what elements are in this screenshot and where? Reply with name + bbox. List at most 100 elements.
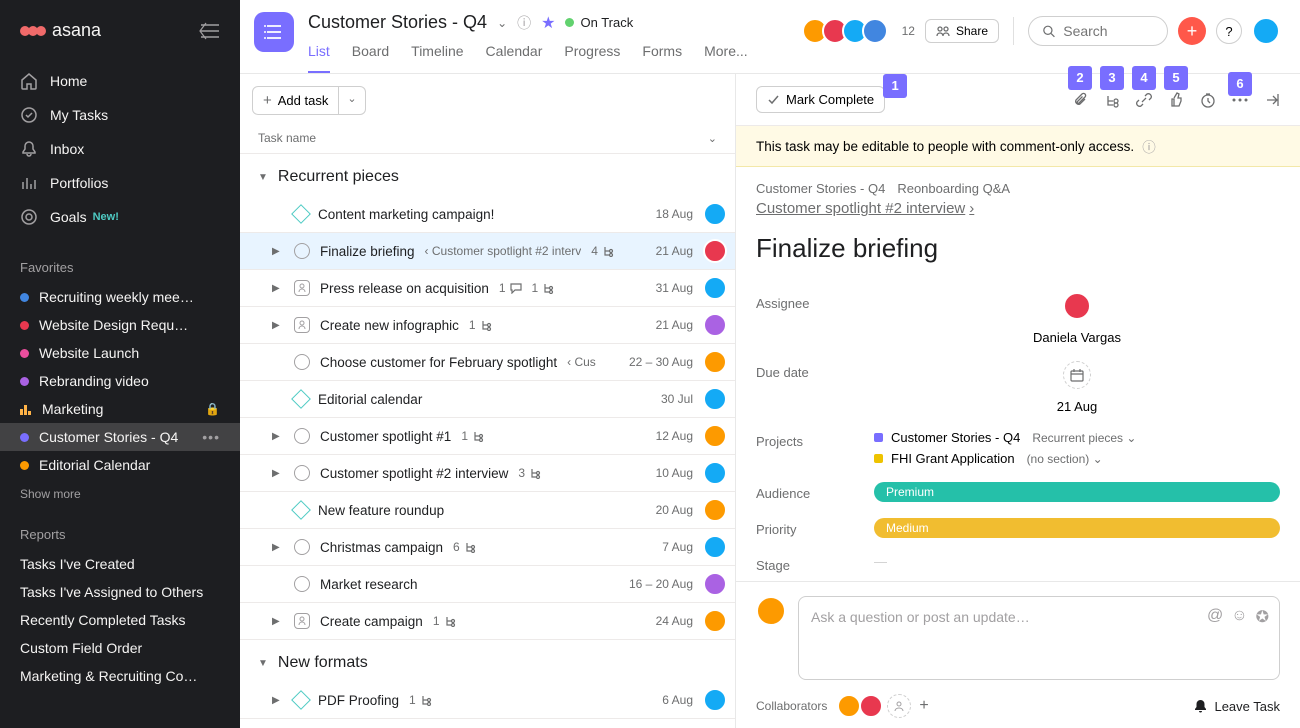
help-button[interactable]: ?	[1216, 18, 1242, 44]
complete-checkbox[interactable]	[294, 576, 310, 592]
status-pill[interactable]: On Track	[565, 15, 633, 30]
subtask-icon[interactable]: 3	[1104, 92, 1120, 108]
approval-icon[interactable]	[294, 317, 310, 333]
milestone-icon[interactable]	[291, 204, 311, 224]
more-icon[interactable]: •••	[202, 429, 220, 445]
members-avatars[interactable]	[808, 18, 888, 44]
tab-timeline[interactable]: Timeline	[411, 43, 463, 73]
favorite-item[interactable]: Website Design Requ…	[0, 311, 240, 339]
task-row[interactable]: ▶Create campaign1 24 Aug	[240, 603, 735, 640]
comment-box[interactable]: Ask a question or post an update… @ ☺ ✪	[798, 596, 1280, 680]
task-row[interactable]: ▶Customer spotlight #2 interview3 10 Aug	[240, 455, 735, 492]
section-header[interactable]: ▼Recurrent pieces	[240, 154, 735, 196]
favorite-item[interactable]: Customer Stories - Q4•••	[0, 423, 240, 451]
global-add-button[interactable]: +	[1178, 17, 1206, 45]
priority-tag[interactable]: Medium	[874, 518, 1280, 538]
favorite-item[interactable]: Rebranding video	[0, 367, 240, 395]
task-row[interactable]: New feature roundup20 Aug	[240, 492, 735, 529]
leave-task-button[interactable]: Leave Task	[1193, 699, 1280, 714]
timer-icon[interactable]	[1200, 92, 1216, 108]
nav-my-tasks[interactable]: My Tasks	[0, 98, 240, 132]
user-avatar[interactable]	[1252, 17, 1280, 45]
tab-progress[interactable]: Progress	[564, 43, 620, 73]
tab-forms[interactable]: Forms	[642, 43, 682, 73]
emoji-icon[interactable]: ☺	[1231, 607, 1247, 627]
search-box[interactable]	[1028, 16, 1168, 46]
link-icon[interactable]: 4	[1136, 92, 1152, 108]
add-task-button[interactable]: +Add task	[252, 86, 339, 115]
assignee-value[interactable]: Daniela Vargas	[874, 292, 1280, 345]
task-row[interactable]: Content marketing campaign!18 Aug	[240, 196, 735, 233]
collaborator-avatar[interactable]	[837, 694, 861, 718]
project-icon[interactable]	[254, 12, 294, 52]
task-row[interactable]: Market research16 – 20 Aug	[240, 566, 735, 603]
favorite-item[interactable]: Recruiting weekly mee…	[0, 283, 240, 311]
milestone-icon[interactable]	[291, 690, 311, 710]
favorite-item[interactable]: Marketing🔒	[0, 395, 240, 423]
favorite-item[interactable]: Editorial Calendar	[0, 451, 240, 479]
project-item[interactable]: FHI Grant Application(no section) ⌄	[874, 451, 1280, 466]
task-row[interactable]: ▶Press release on acquisition1 1 31 Aug	[240, 270, 735, 307]
close-pane-icon[interactable]	[1264, 92, 1280, 108]
star-icon[interactable]: ★	[541, 13, 555, 33]
task-row[interactable]: ▶Christmas campaign6 7 Aug	[240, 529, 735, 566]
project-title[interactable]: Customer Stories - Q4	[308, 12, 487, 33]
approval-icon[interactable]	[294, 613, 310, 629]
report-item[interactable]: Tasks I've Assigned to Others	[0, 578, 240, 606]
report-item[interactable]: Recently Completed Tasks	[0, 606, 240, 634]
more-icon[interactable]: 6	[1232, 98, 1248, 102]
due-date-value[interactable]: 21 Aug	[874, 361, 1280, 414]
like-icon[interactable]: 5	[1168, 92, 1184, 108]
column-menu-icon[interactable]: ⌄	[708, 132, 717, 145]
milestone-icon[interactable]	[291, 500, 311, 520]
task-row[interactable]: ▶Finalize briefing‹ Customer spotlight #…	[240, 233, 735, 270]
tab-list[interactable]: List	[308, 43, 330, 73]
add-collaborator-icon[interactable]	[887, 694, 911, 718]
info-icon[interactable]: ⓘ	[517, 13, 531, 33]
tab-more[interactable]: More...	[704, 43, 748, 73]
add-collaborator-plus[interactable]: +	[919, 697, 928, 715]
mention-icon[interactable]: @	[1207, 607, 1223, 627]
search-input[interactable]	[1063, 23, 1153, 39]
stage-value[interactable]: —	[874, 554, 1280, 569]
parent-task-link[interactable]: Customer spotlight #2 interview ›	[756, 200, 1280, 217]
attachment-icon[interactable]: 2	[1072, 92, 1088, 108]
info-icon[interactable]: ⓘ	[1142, 136, 1156, 156]
collaborator-avatar[interactable]	[859, 694, 883, 718]
complete-checkbox[interactable]	[294, 465, 310, 481]
approval-icon[interactable]	[294, 280, 310, 296]
add-task-dropdown[interactable]: ⌄	[339, 86, 365, 115]
logo[interactable]: asana	[20, 20, 101, 41]
task-row[interactable]: ▶Customer spotlight #11 12 Aug	[240, 418, 735, 455]
complete-checkbox[interactable]	[294, 354, 310, 370]
star-icon[interactable]: ✪	[1256, 607, 1269, 627]
nav-portfolios[interactable]: Portfolios	[0, 166, 240, 200]
complete-checkbox[interactable]	[294, 428, 310, 444]
report-item[interactable]: Marketing & Recruiting Co…	[0, 662, 240, 690]
complete-checkbox[interactable]	[294, 243, 310, 259]
favorite-item[interactable]: Website Launch	[0, 339, 240, 367]
breadcrumb-item[interactable]: Reonboarding Q&A	[897, 181, 1010, 196]
mark-complete-button[interactable]: Mark Complete	[756, 86, 885, 113]
task-row[interactable]: ▶PDF Proofing1 6 Aug	[240, 682, 735, 719]
audience-tag[interactable]: Premium	[874, 482, 1280, 502]
nav-goals[interactable]: GoalsNew!	[0, 200, 240, 234]
task-title[interactable]: Finalize briefing	[756, 233, 1280, 264]
milestone-icon[interactable]	[291, 389, 311, 409]
chevron-down-icon[interactable]: ⌄	[497, 16, 507, 30]
nav-home[interactable]: Home	[0, 64, 240, 98]
tab-calendar[interactable]: Calendar	[486, 43, 543, 73]
complete-checkbox[interactable]	[294, 539, 310, 555]
task-row[interactable]: Editorial calendar30 Jul	[240, 381, 735, 418]
report-item[interactable]: Tasks I've Created	[0, 550, 240, 578]
share-button[interactable]: Share	[925, 19, 999, 43]
sidebar-collapse-button[interactable]	[198, 22, 220, 40]
section-header[interactable]: ▼New formats	[240, 640, 735, 682]
task-row[interactable]: ▶Create new infographic1 21 Aug	[240, 307, 735, 344]
breadcrumb-item[interactable]: Customer Stories - Q4	[756, 181, 885, 196]
nav-inbox[interactable]: Inbox	[0, 132, 240, 166]
report-item[interactable]: Custom Field Order	[0, 634, 240, 662]
tab-board[interactable]: Board	[352, 43, 389, 73]
task-row[interactable]: Choose customer for February spotlight‹ …	[240, 344, 735, 381]
show-more-link[interactable]: Show more	[0, 479, 240, 509]
